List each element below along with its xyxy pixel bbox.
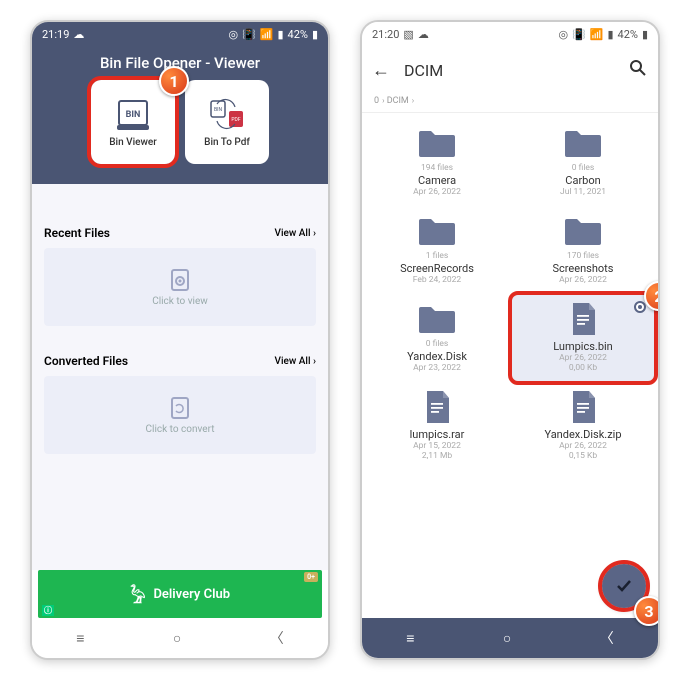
vibrate-icon: 📳 [572, 28, 586, 41]
option-bin-to-pdf[interactable]: BIN PDF Bin To Pdf [185, 80, 269, 164]
nav-back[interactable]: 〈 [270, 628, 284, 648]
file-eye-icon [166, 268, 194, 292]
item-date: Apr 26, 2022 [413, 187, 461, 197]
badge-1: 1 [159, 66, 189, 96]
wifi-icon: 📶 [590, 28, 604, 41]
nav-recent[interactable]: ≡ [406, 630, 414, 647]
checkmark-icon [614, 576, 634, 596]
status-battery: 42% [618, 28, 638, 41]
item-size: 0,00 Kb [569, 363, 597, 373]
status-battery: 42% [288, 28, 308, 41]
item-count: 0 files [572, 163, 595, 173]
vibrate-icon: 📳 [242, 28, 256, 41]
file-grid: 194 filesCameraApr 26, 20220 filesCarbon… [362, 113, 658, 475]
item-date: Apr 23, 2022 [413, 363, 461, 373]
item-count: 0 files [426, 339, 449, 349]
item-count: 170 files [567, 251, 599, 261]
item-date: Apr 26, 2022 [559, 353, 607, 363]
item-name: ScreenRecords [400, 262, 474, 275]
folder-item[interactable]: 170 filesScreenshotsApr 26, 2022 [512, 207, 654, 293]
bin-to-pdf-icon: BIN PDF [207, 97, 247, 133]
nav-home[interactable]: ○ [503, 630, 511, 647]
converted-title: Converted Files [44, 354, 128, 368]
ad-banner[interactable]: 𓅦 Delivery Club 0+ ⓘ [38, 570, 322, 618]
ad-label: Delivery Club [153, 587, 230, 602]
recent-title: Recent Files [44, 226, 110, 240]
option-bin-viewer[interactable]: BIN Bin Viewer 1 [91, 80, 175, 164]
nav-recent[interactable]: ≡ [76, 630, 84, 647]
wifi-icon: 📶 [260, 28, 274, 41]
app-header: Bin File Opener - Viewer BIN Bin Viewer … [32, 46, 328, 184]
badge-3: 3 [634, 596, 660, 626]
item-size: 2,11 Mb [422, 451, 452, 461]
recent-view-all[interactable]: View All › [275, 228, 317, 239]
ad-info-icon[interactable]: ⓘ [42, 605, 54, 616]
battery-icon: ▮ [312, 28, 318, 41]
converted-placeholder-text: Click to convert [146, 424, 215, 435]
item-size: 0,15 Kb [569, 451, 597, 461]
item-date: Apr 26, 2022 [559, 441, 607, 451]
option-label: Bin To Pdf [204, 137, 250, 148]
item-count: 194 files [421, 163, 453, 173]
battery-icon: ▮ [642, 28, 648, 41]
selection-radio[interactable] [634, 301, 646, 313]
converted-view-all[interactable]: View All › [275, 356, 317, 367]
svg-text:BIN: BIN [126, 110, 141, 120]
gallery-icon: ▧ [403, 28, 413, 41]
item-name: lumpics.rar [410, 428, 465, 441]
recent-placeholder-text: Click to view [152, 296, 208, 307]
location-icon: ◎ [558, 28, 568, 41]
file-item[interactable]: lumpics.rarApr 15, 20222,11 Mb [366, 383, 508, 469]
item-date: Apr 26, 2022 [559, 275, 607, 285]
file-browser-header: ← DCIM [362, 46, 658, 94]
nav-home[interactable]: ○ [173, 630, 181, 647]
ad-age-tag: 0+ [304, 572, 318, 582]
bin-viewer-icon: BIN [113, 97, 153, 133]
nav-back[interactable]: 〈 [600, 628, 614, 648]
item-name: Yandex.Disk [407, 350, 467, 363]
file-convert-icon [166, 396, 194, 420]
svg-text:BIN: BIN [214, 107, 222, 113]
status-bar: 21:19 ☁ ◎ 📳 📶 ▮ 42% ▮ [32, 22, 328, 46]
android-nav-bar: ≡ ○ 〈 [362, 618, 658, 658]
option-label: Bin Viewer [109, 137, 157, 148]
breadcrumb[interactable]: 0 DCIM [362, 94, 658, 113]
location-icon: ◎ [228, 28, 238, 41]
file-item[interactable]: Yandex.Disk.zipApr 26, 20220,15 Kb [512, 383, 654, 469]
cloud-icon: ☁ [418, 28, 429, 41]
item-name: Lumpics.bin [553, 340, 613, 353]
search-icon[interactable] [628, 58, 648, 82]
item-date: Jul 11, 2021 [560, 187, 606, 197]
item-name: Yandex.Disk.zip [544, 428, 621, 441]
recent-placeholder[interactable]: Click to view [44, 248, 316, 326]
cloud-icon: ☁ [73, 28, 84, 41]
folder-item[interactable]: 0 filesCarbonJul 11, 2021 [512, 119, 654, 205]
item-name: Carbon [565, 174, 600, 187]
item-date: Apr 15, 2022 [413, 441, 461, 451]
folder-item[interactable]: 0 filesYandex.DiskApr 23, 2022 [366, 295, 508, 381]
item-date: Feb 24, 2022 [413, 275, 461, 285]
svg-text:PDF: PDF [231, 117, 240, 123]
status-time: 21:19 [42, 28, 69, 41]
item-name: Camera [418, 174, 456, 187]
status-time: 21:20 [372, 28, 399, 41]
folder-title: DCIM [404, 61, 443, 80]
phone-left: 21:19 ☁ ◎ 📳 📶 ▮ 42% ▮ Bin File Opener - … [30, 20, 330, 660]
converted-placeholder[interactable]: Click to convert [44, 376, 316, 454]
ostrich-icon: 𓅦 [130, 579, 146, 609]
phone-right: 21:20 ▧ ☁ ◎ 📳 📶 ▮ 42% ▮ ← DCIM 0 DCIM 19… [360, 20, 660, 660]
item-name: Screenshots [553, 262, 614, 275]
back-arrow-icon[interactable]: ← [372, 60, 390, 81]
android-nav-bar: ≡ ○ 〈 [32, 618, 328, 658]
folder-item[interactable]: 1 filesScreenRecordsFeb 24, 2022 [366, 207, 508, 293]
status-bar: 21:20 ▧ ☁ ◎ 📳 📶 ▮ 42% ▮ [362, 22, 658, 46]
folder-item[interactable]: 194 filesCameraApr 26, 2022 [366, 119, 508, 205]
item-count: 1 files [426, 251, 449, 261]
file-item[interactable]: Lumpics.binApr 26, 20220,00 Kb2 [512, 295, 654, 381]
signal-icon: ▮ [277, 28, 283, 41]
signal-icon: ▮ [607, 28, 613, 41]
